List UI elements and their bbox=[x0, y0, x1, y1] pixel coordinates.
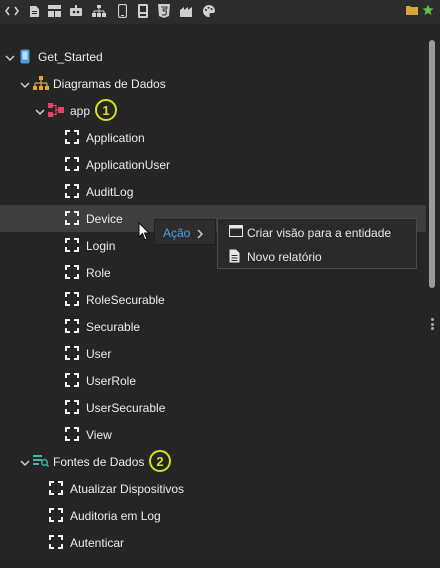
entity-icon bbox=[64, 291, 80, 307]
tree-item-datasource[interactable]: Autenticar bbox=[0, 529, 426, 556]
robot-icon[interactable] bbox=[69, 4, 83, 18]
entity-icon bbox=[64, 264, 80, 280]
document-icon[interactable] bbox=[27, 4, 41, 18]
tree-item-entity[interactable]: AuditLog bbox=[0, 178, 426, 205]
scrollbar[interactable] bbox=[428, 40, 436, 568]
diagram-icon bbox=[33, 75, 49, 91]
mobile-icon[interactable] bbox=[115, 4, 129, 18]
entity-icon bbox=[64, 318, 80, 334]
entity-icon bbox=[64, 372, 80, 388]
annotation-badge-1: 1 bbox=[95, 99, 117, 121]
entity-icon bbox=[64, 129, 80, 145]
chevron-right-icon bbox=[197, 228, 204, 242]
window-icon bbox=[229, 225, 243, 239]
datasource-item-icon bbox=[48, 480, 64, 496]
sitemap-icon[interactable] bbox=[92, 4, 106, 18]
tree-item-diagrams[interactable]: Diagramas de Dados bbox=[0, 70, 426, 97]
chevron-down-icon[interactable] bbox=[35, 106, 45, 116]
scrollbar-grip[interactable] bbox=[430, 318, 434, 330]
datasource-icon bbox=[33, 453, 49, 469]
tree-item-entity[interactable]: User bbox=[0, 340, 426, 367]
device-icon[interactable] bbox=[136, 4, 150, 18]
tree-item-entity[interactable]: UserRole bbox=[0, 367, 426, 394]
context-menu-action[interactable]: Ação bbox=[163, 226, 190, 240]
tree-item-label: Get_Started bbox=[38, 50, 103, 64]
tree-item-label: RoleSecurable bbox=[86, 293, 165, 307]
create-view-menu-item[interactable]: Criar visão para a entidade bbox=[218, 220, 416, 244]
tree-item-label: app bbox=[70, 104, 91, 118]
tree-item-datasource[interactable]: Atualizar Dispositivos bbox=[0, 475, 426, 502]
chevron-down-icon[interactable] bbox=[5, 52, 15, 62]
tree-item-label: Application bbox=[86, 131, 145, 145]
entity-icon bbox=[64, 399, 80, 415]
tree-item-label: Atualizar Dispositivos bbox=[70, 482, 185, 496]
tree-item-datasource[interactable]: Auditoria em Log bbox=[0, 502, 426, 529]
chevron-down-icon[interactable] bbox=[20, 79, 30, 89]
scrollbar-thumb[interactable] bbox=[429, 40, 435, 288]
datasource-item-icon bbox=[48, 534, 64, 550]
context-menu: Ação bbox=[154, 219, 216, 245]
tree-item-label: User bbox=[86, 347, 112, 361]
toolbar bbox=[0, 0, 440, 24]
annotation-badge-2: 2 bbox=[149, 450, 171, 472]
tree-item-entity[interactable]: Securable bbox=[0, 313, 426, 340]
datasource-item-icon bbox=[48, 507, 64, 523]
data-diagram-icon bbox=[48, 102, 64, 118]
tree-item-entity[interactable]: UserSecurable bbox=[0, 394, 426, 421]
tree-item-label: UserSecurable bbox=[86, 401, 166, 415]
entity-icon bbox=[64, 237, 80, 253]
context-submenu: Criar visão para a entidade Novo relatór… bbox=[217, 218, 417, 269]
html5-icon[interactable] bbox=[157, 4, 171, 18]
entity-icon bbox=[64, 183, 80, 199]
tree-item-label: Autenticar bbox=[70, 536, 125, 550]
tree-item-label: Login bbox=[86, 239, 116, 253]
tree-item-label: View bbox=[86, 428, 112, 442]
create-view-label: Criar visão para a entidade bbox=[247, 226, 392, 240]
star-icon[interactable] bbox=[422, 4, 434, 16]
layout-icon[interactable] bbox=[47, 4, 61, 18]
tree-item-label: Auditoria em Log bbox=[70, 509, 161, 523]
tree-item-label: Securable bbox=[86, 320, 141, 334]
new-report-label: Novo relatório bbox=[247, 250, 322, 264]
tree-item-label: Diagramas de Dados bbox=[53, 77, 166, 91]
tree-item-label: UserRole bbox=[86, 374, 137, 388]
tree-item-entity[interactable]: RoleSecurable bbox=[0, 286, 426, 313]
tree-item-app[interactable]: app 1 bbox=[0, 97, 426, 124]
code-icon[interactable] bbox=[5, 4, 19, 18]
tree-item-label: Fontes de Dados bbox=[53, 455, 145, 469]
tree-item-entity[interactable]: View bbox=[0, 421, 426, 448]
tree-item-entity[interactable]: Application bbox=[0, 124, 426, 151]
entity-icon bbox=[64, 345, 80, 361]
report-icon bbox=[229, 249, 243, 263]
entity-icon bbox=[64, 426, 80, 442]
chevron-down-icon[interactable] bbox=[20, 457, 30, 467]
project-icon bbox=[17, 48, 33, 64]
entity-icon bbox=[64, 210, 80, 226]
tree-item-entity[interactable]: ApplicationUser bbox=[0, 151, 426, 178]
tree-item-label: Role bbox=[86, 266, 111, 280]
tree-item-label: AuditLog bbox=[86, 185, 134, 199]
tree-item-label: ApplicationUser bbox=[86, 158, 171, 172]
entity-icon bbox=[64, 156, 80, 172]
tree-item-project[interactable]: Get_Started bbox=[0, 43, 426, 70]
palette-icon[interactable] bbox=[202, 4, 216, 18]
mouse-cursor-icon bbox=[138, 221, 152, 242]
tree-item-label: Device bbox=[86, 212, 123, 226]
new-report-menu-item[interactable]: Novo relatório bbox=[218, 244, 416, 268]
workflow-icon[interactable] bbox=[180, 4, 194, 18]
tree-item-datasources[interactable]: Fontes de Dados 2 bbox=[0, 448, 426, 475]
folder-icon[interactable] bbox=[406, 4, 418, 16]
